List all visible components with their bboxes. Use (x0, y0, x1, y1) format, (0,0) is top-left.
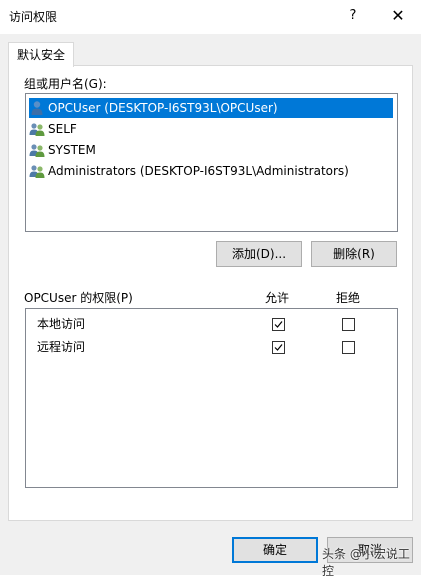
deny-local-access-checkbox[interactable] (342, 318, 355, 331)
permission-label: 远程访问 (37, 340, 86, 354)
list-item-opcuser[interactable]: OPCUser (DESKTOP-I6ST93L\OPCUser) (29, 98, 393, 118)
allow-column-header: 允许 (265, 291, 290, 305)
user-label: SELF (48, 122, 77, 136)
user-list[interactable]: OPCUser (DESKTOP-I6ST93L\OPCUser) SELF S… (25, 93, 398, 232)
close-button[interactable]: ✕ (384, 4, 412, 28)
group-users-icon (29, 142, 45, 158)
tab-default-security[interactable]: 默认安全 (8, 42, 74, 67)
user-label: SYSTEM (48, 143, 96, 157)
group-users-icon (29, 121, 45, 137)
watermark: 头条 @小宏说工控 (322, 547, 410, 578)
user-label: OPCUser (DESKTOP-I6ST93L\OPCUser) (48, 101, 278, 115)
single-user-icon (29, 100, 45, 116)
help-button[interactable]: ? (340, 4, 366, 28)
group-or-user-label: 组或用户名(G): (24, 77, 107, 91)
remove-button[interactable]: 删除(R) (311, 241, 397, 267)
allow-local-access-checkbox[interactable] (272, 318, 285, 331)
group-users-icon (29, 163, 45, 179)
checkmark-icon (274, 321, 283, 328)
allow-remote-access-checkbox[interactable] (272, 341, 285, 354)
checkmark-icon (274, 344, 283, 351)
window-title: 访问权限 (9, 10, 58, 24)
add-button[interactable]: 添加(D)... (216, 241, 302, 267)
deny-column-header: 拒绝 (336, 291, 361, 305)
deny-remote-access-checkbox[interactable] (342, 341, 355, 354)
title-bar: 访问权限 ? ✕ (0, 0, 421, 34)
permissions-header: OPCUser 的权限(P) (24, 291, 133, 305)
user-label: Administrators (DESKTOP-I6ST93L\Administ… (48, 164, 349, 178)
permissions-list: 本地访问 远程访问 (25, 308, 398, 488)
ok-button[interactable]: 确定 (232, 537, 318, 563)
permission-label: 本地访问 (37, 317, 86, 331)
